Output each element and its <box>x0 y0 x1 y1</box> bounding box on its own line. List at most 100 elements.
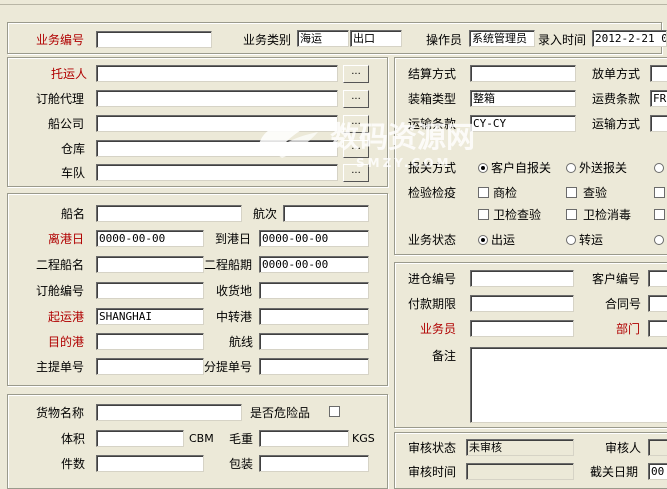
transit-port-label: 中转港 <box>216 310 253 324</box>
department-input[interactable] <box>648 320 667 337</box>
audit-time-field <box>466 463 574 480</box>
inspection-extra2-checkbox[interactable] <box>654 209 665 220</box>
entry-time-input[interactable]: 2012-2-21 0 <box>592 30 667 47</box>
payment-term-input[interactable] <box>470 295 574 312</box>
status-extra-radio[interactable] <box>654 235 664 245</box>
auditor-field <box>648 439 667 456</box>
status-transfer-radio[interactable] <box>566 235 576 245</box>
health-check-checkbox[interactable] <box>478 209 489 220</box>
entry-time-label: 录入时间 <box>538 33 587 47</box>
arrival-date-label: 到港日 <box>215 232 252 246</box>
customer-no-input[interactable] <box>648 270 667 287</box>
payment-term-label: 付款期限 <box>408 297 457 311</box>
mbl-label: 主提单号 <box>36 360 85 374</box>
weight-label: 毛重 <box>229 432 254 446</box>
inspection-label: 检验检疫 <box>408 186 457 200</box>
second-vessel-label: 二程船名 <box>36 258 85 272</box>
transport-terms-input[interactable]: CY-CY <box>470 115 576 132</box>
transit-port-input[interactable] <box>259 308 369 325</box>
departure-date-input[interactable]: 0000-00-00 <box>96 230 204 247</box>
hbl-input[interactable] <box>259 358 369 375</box>
freight-terms-input[interactable]: FRE <box>650 90 667 107</box>
business-no-label: 业务编号 <box>36 33 85 47</box>
second-date-input[interactable]: 0000-00-00 <box>259 256 369 273</box>
contract-no-input[interactable] <box>648 295 667 312</box>
operator-label: 操作员 <box>426 33 463 47</box>
business-type-label: 业务类别 <box>243 33 292 47</box>
health-disinfect-checkbox[interactable] <box>566 209 577 220</box>
shipper-input[interactable] <box>96 65 338 82</box>
examination-label: 查验 <box>583 186 608 200</box>
business-type-export-input[interactable]: 出口 <box>350 30 402 47</box>
hbl-label: 分提单号 <box>204 360 253 374</box>
shipper-browse-button[interactable]: ... <box>343 65 369 83</box>
booking-agent-input[interactable] <box>96 90 338 107</box>
commodity-inspection-label: 商检 <box>493 186 518 200</box>
booking-agent-label: 订舱代理 <box>36 92 85 106</box>
department-label: 部门 <box>616 322 641 336</box>
fleet-input[interactable] <box>96 164 338 181</box>
receipt-place-label: 收货地 <box>216 284 253 298</box>
destination-label: 目的港 <box>48 335 85 349</box>
voyage-input[interactable] <box>283 205 369 222</box>
shipper-label: 托运人 <box>51 67 88 81</box>
customs-self-radio[interactable] <box>478 163 488 173</box>
voyage-label: 航次 <box>253 207 278 221</box>
status-shipped-radio[interactable] <box>478 235 488 245</box>
release-input[interactable] <box>650 65 667 82</box>
status-transfer-label: 转运 <box>579 233 604 247</box>
volume-input[interactable] <box>96 430 184 447</box>
audit-status-label: 审核状态 <box>408 441 457 455</box>
second-date-label: 二程船期 <box>204 258 253 272</box>
examination-checkbox[interactable] <box>566 187 577 198</box>
transport-mode-input[interactable] <box>650 115 667 132</box>
cutoff-date-input[interactable]: 00 <box>648 463 667 480</box>
salesman-input[interactable] <box>470 320 574 337</box>
goods-name-label: 货物名称 <box>36 406 85 420</box>
volume-unit: CBM <box>189 432 214 445</box>
settlement-label: 结算方式 <box>408 67 457 81</box>
entry-no-label: 进仓编号 <box>408 272 457 286</box>
operator-input[interactable]: 系统管理员 <box>469 30 535 47</box>
audit-time-label: 审核时间 <box>408 465 457 479</box>
settlement-input[interactable] <box>470 65 576 82</box>
transport-mode-label: 运输方式 <box>592 117 641 131</box>
arrival-date-input[interactable]: 0000-00-00 <box>259 230 369 247</box>
booking-no-input[interactable] <box>96 282 204 299</box>
business-status-label: 业务状态 <box>408 233 457 247</box>
commodity-inspection-checkbox[interactable] <box>478 187 489 198</box>
entry-no-input[interactable] <box>470 270 574 287</box>
business-no-input[interactable] <box>96 31 212 48</box>
fleet-label: 车队 <box>61 166 86 180</box>
auditor-label: 审核人 <box>605 441 642 455</box>
inspection-extra-checkbox[interactable] <box>654 187 665 198</box>
mbl-input[interactable] <box>96 358 204 375</box>
pieces-label: 件数 <box>61 457 86 471</box>
watermark-brand: 数码资源网 <box>330 120 476 154</box>
departure-date-label: 离港日 <box>48 232 85 246</box>
receipt-place-input[interactable] <box>259 282 369 299</box>
destination-input[interactable] <box>96 333 204 350</box>
packing-type-input[interactable]: 整箱 <box>470 90 576 107</box>
pol-input[interactable]: SHANGHAI <box>96 308 204 325</box>
pol-label: 起运港 <box>48 310 85 324</box>
salesman-label: 业务员 <box>420 322 457 336</box>
weight-input[interactable] <box>259 430 349 447</box>
watermark-logo-icon <box>252 118 324 162</box>
goods-name-input[interactable] <box>96 404 242 421</box>
customs-outsourced-radio[interactable] <box>566 163 576 173</box>
route-input[interactable] <box>259 333 369 350</box>
customs-extra-radio[interactable] <box>654 163 664 173</box>
vessel-input[interactable] <box>96 205 242 222</box>
contract-no-label: 合同号 <box>605 297 642 311</box>
second-vessel-input[interactable] <box>96 256 204 273</box>
package-input[interactable] <box>259 455 369 472</box>
health-check-label: 卫检查验 <box>493 208 542 222</box>
remarks-textarea[interactable] <box>470 347 667 423</box>
pieces-input[interactable] <box>96 455 204 472</box>
booking-agent-browse-button[interactable]: ... <box>343 90 369 108</box>
route-label: 航线 <box>229 335 254 349</box>
business-type-sea-input[interactable]: 海运 <box>297 30 349 47</box>
dangerous-checkbox[interactable] <box>329 406 340 417</box>
watermark-url: SMZY.COM <box>356 156 452 170</box>
